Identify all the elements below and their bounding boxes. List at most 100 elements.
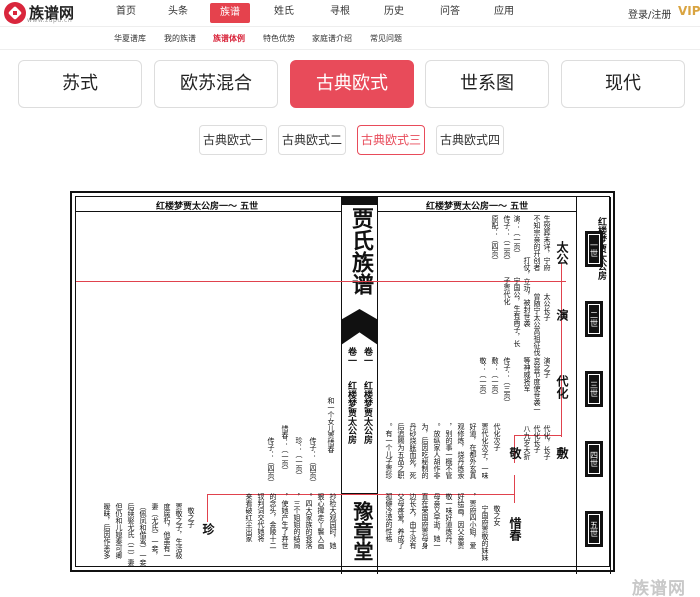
header-rule-left — [76, 211, 341, 212]
watermark-logo: 族谱网 — [632, 579, 686, 597]
bio-text: 抄检大观园时，她 — [329, 493, 337, 549]
tab-classic-ou[interactable]: 古典欧式 — [290, 60, 414, 108]
subtab-classic-2[interactable]: 古典欧式二 — [278, 125, 346, 155]
subnav-item-faq[interactable]: 常见问题 — [370, 33, 402, 44]
subtab-classic-4[interactable]: 古典欧式四 — [436, 125, 504, 155]
nav-item-home[interactable]: 首页 — [104, 0, 148, 26]
login-register-link[interactable]: 登录/注册 — [628, 6, 671, 21]
bio-text: ，贾府四小姐，爱 — [469, 493, 477, 549]
subnav-item-format[interactable]: 族谱体例 — [213, 33, 245, 44]
bio-text: 宁国府贾敬的妹妹 — [481, 505, 489, 561]
bio-text: 生殁葬未详，宁府 — [543, 215, 551, 271]
bio-text: 传子：（二页） — [503, 215, 511, 264]
name-xichun: 惜春 — [508, 517, 522, 541]
name-yan: 演 — [555, 309, 569, 321]
generation-2-label: 二世 — [589, 311, 599, 327]
nav-item-roots[interactable]: 寻根 — [318, 0, 362, 26]
header-rule-right — [378, 211, 576, 212]
subnav-item-family-intro[interactable]: 家庭谱介绍 — [312, 33, 352, 44]
name-daihua: 代化 — [555, 375, 569, 399]
branch-left: 红楼梦贾太公房 — [346, 381, 356, 444]
tab-su-style[interactable]: 苏式 — [18, 60, 142, 108]
bio-text: 好绘画，因父亲贾 — [457, 493, 465, 549]
center-spine: 贾氏族谱 卷一 卷一 红楼梦贾太公房 红楼梦贾太公房 豫章堂 — [341, 197, 378, 574]
bio-text: 后追赐为五品之职 — [397, 423, 405, 479]
volume-left: 卷一 — [346, 347, 356, 365]
tab-modern[interactable]: 现代 — [561, 60, 685, 108]
bio-text: 。四大家族的衰落 — [305, 493, 313, 549]
bio-text: ，别的事一概不管 — [445, 423, 453, 479]
generation-4-label: 四世 — [589, 451, 599, 467]
bio-text: 太公长子 — [543, 293, 551, 321]
nav-item-headlines[interactable]: 头条 — [152, 0, 204, 26]
bio-text: 曾随宁太公高祖征伐 — [533, 293, 541, 356]
vip-link[interactable]: VIP — [678, 4, 700, 18]
bio-text: 直在荣国府贾母身 — [421, 493, 429, 549]
bio-text: 来看破红尘出家 — [245, 493, 253, 542]
subnav-item-advantages[interactable]: 特色优势 — [263, 33, 295, 44]
page-frame: 红楼梦贾太公房一～ 五世 红楼梦贾太公房一～ 五世 贾氏族谱 卷一 卷一 红楼梦… — [75, 196, 611, 574]
sub-navbar: 华夏谱库 我的族谱 族谱体例 特色优势 家庭谱介绍 常见问题 — [0, 26, 700, 50]
fishtail-ornament — [341, 309, 378, 345]
bio-text: 狠心撵走丫鬟入画 — [317, 493, 325, 549]
bio-text: 妻（尤氏）一妾， — [151, 503, 159, 559]
bio-text: 传子：（四页） — [267, 437, 275, 486]
bio-text: 敬：（一页） — [479, 357, 487, 399]
bio-text: 暧昧，后因作恶多 — [103, 503, 111, 559]
bio-text: 京营节度使世袭一 — [533, 357, 541, 413]
bio-text: 父母疼爱，养成了 — [397, 493, 405, 549]
generation-4-box: 四世 — [585, 441, 603, 477]
subtab-classic-3[interactable]: 古典欧式三 — [357, 125, 425, 155]
nav-item-genealogy[interactable]: 族谱 — [210, 3, 250, 23]
nav-item-surname[interactable]: 姓氏 — [262, 0, 306, 26]
bio-text: 不知宗亲的开创者 — [533, 215, 541, 271]
bio-text: 和一个女儿贾惜春 — [327, 397, 335, 453]
bio-text: 为，后因吃秘制的 — [421, 423, 429, 479]
bio-text: 等神威将军 — [523, 357, 531, 392]
generation-5-label: 五世 — [589, 521, 599, 537]
bio-text: 度腐朽，他虽有一 — [163, 503, 171, 559]
bio-text: 代化次子 — [493, 423, 501, 451]
bio-text: 敬一味好道炼丹， — [445, 493, 453, 549]
bio-text: ，三个姐姐的结局 — [293, 493, 301, 549]
subnav-item-my-genealogy[interactable]: 我的族谱 — [164, 33, 196, 44]
tab-ou-su-mixed[interactable]: 欧苏混合 — [154, 60, 278, 108]
logo-url: www.zupu.cn — [27, 17, 73, 24]
bio-text: 观修炼，烧丹炼汞 — [457, 423, 465, 479]
name-zhen: 珍 — [201, 523, 215, 535]
spine-top-bar — [341, 197, 378, 205]
hall-name: 豫章堂 — [350, 501, 374, 561]
bio-text: 演：（一页） — [513, 215, 521, 257]
bio-text: 原配：（四页） — [491, 215, 499, 264]
bio-text: 丹砂烧胀而死，死 — [409, 423, 417, 479]
tab-lineage-chart[interactable]: 世系图 — [425, 60, 549, 108]
branch-right: 红楼梦贾太公房 — [362, 381, 372, 444]
bio-text: 钗判词交代她将 — [257, 493, 265, 542]
bio-text: 宁国公，生有两子，长 — [513, 277, 521, 347]
bio-text: 敬之女 — [493, 505, 501, 526]
generation-3-label: 三世 — [589, 381, 599, 397]
nav-item-history[interactable]: 历史 — [372, 0, 416, 26]
bio-text: （佩凤和偕鸾）一妾 — [139, 503, 147, 566]
bio-text: 贾代化次子，一味 — [481, 423, 489, 479]
bio-text: ，使她产生了弃世 — [281, 493, 289, 549]
bio-text: 惜春：（一页） — [281, 425, 289, 474]
bio-text: 但仍和儿媳秦可卿 — [115, 503, 123, 559]
generation-3-box: 三世 — [585, 371, 603, 407]
nav-item-qa[interactable]: 问答 — [428, 0, 472, 26]
bio-text: 八九岁夭折 — [523, 425, 531, 460]
subtab-classic-1[interactable]: 古典欧式一 — [199, 125, 267, 155]
bio-text: 敬之子 — [187, 507, 195, 528]
bio-text: 边长大，由于没有 — [409, 493, 417, 549]
bio-text: 传子：（四页） — [309, 437, 317, 486]
bio-text: 演之子 — [543, 357, 551, 378]
bio-text: 传子：（三页） — [503, 357, 511, 406]
name-fu: 敷 — [555, 447, 569, 459]
logo-icon — [4, 2, 26, 24]
subnav-item-library[interactable]: 华夏谱库 — [114, 33, 146, 44]
bio-text: 的念头，金陵十二 — [269, 493, 277, 549]
bio-text: 敷：（一页） — [491, 357, 499, 399]
nav-item-apps[interactable]: 应用 — [482, 0, 526, 26]
generation-1-label: 一世 — [589, 241, 599, 257]
genealogy-page-sample: 红楼梦贾太公房一～ 五世 红楼梦贾太公房一～ 五世 贾氏族谱 卷一 卷一 红楼梦… — [70, 191, 615, 574]
